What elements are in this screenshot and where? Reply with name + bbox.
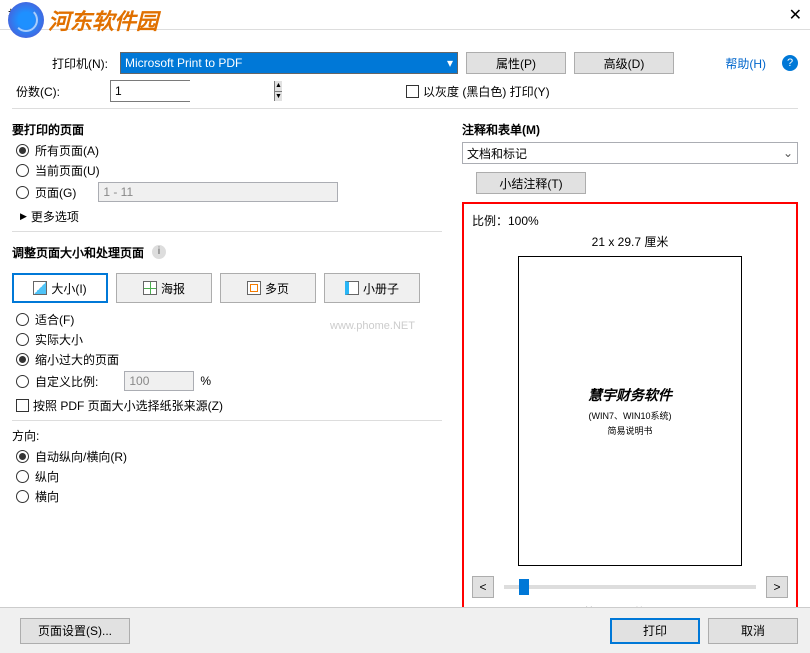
radio-icon	[16, 490, 29, 503]
radio-custom-scale[interactable]: 自定义比例: %	[16, 371, 442, 391]
comments-value: 文档和标记	[467, 145, 527, 162]
poster-icon	[143, 281, 157, 295]
preview-panel: 比例：100% 21 x 29.7 厘米 慧宇财务软件 (WIN7、WIN10系…	[462, 202, 798, 620]
radio-icon	[16, 313, 29, 326]
printer-value: Microsoft Print to PDF	[125, 56, 242, 70]
tab-multi[interactable]: 多页	[220, 273, 316, 303]
choose-paper-label: 按照 PDF 页面大小选择纸张来源(Z)	[33, 397, 223, 414]
radio-page-range[interactable]: 页面(G)	[16, 182, 442, 202]
auto-orient-label: 自动纵向/横向(R)	[35, 448, 127, 465]
custom-scale-input[interactable]	[124, 371, 194, 391]
logo-overlay: 河东软件园	[8, 2, 158, 38]
radio-actual[interactable]: 实际大小	[16, 331, 442, 348]
page-range-label: 页面(G)	[35, 184, 76, 201]
choose-paper-checkbox[interactable]: 按照 PDF 页面大小选择纸张来源(Z)	[16, 397, 442, 414]
next-page-button[interactable]: >	[766, 576, 788, 598]
radio-icon	[16, 375, 29, 388]
scale-label: 比例：100%	[472, 212, 788, 229]
page-slider[interactable]	[504, 585, 756, 589]
radio-portrait[interactable]: 纵向	[16, 468, 442, 485]
advanced-button[interactable]: 高级(D)	[574, 52, 674, 74]
page-preview: 慧宇财务软件 (WIN7、WIN10系统) 简易说明书	[518, 256, 742, 566]
radio-icon	[16, 470, 29, 483]
help-icon[interactable]: ?	[782, 55, 798, 71]
radio-auto-orient[interactable]: 自动纵向/横向(R)	[16, 448, 442, 465]
shrink-label: 缩小过大的页面	[35, 351, 119, 368]
prev-page-button[interactable]: <	[472, 576, 494, 598]
logo-text: 河东软件园	[48, 4, 158, 36]
multi-icon	[247, 281, 261, 295]
slider-thumb[interactable]	[519, 579, 529, 595]
logo-icon	[8, 2, 44, 38]
tab-multi-label: 多页	[265, 280, 289, 297]
print-button[interactable]: 打印	[610, 618, 700, 644]
resize-section-title: 调整页面大小和处理页面	[12, 244, 144, 261]
preview-doc-sub1: (WIN7、WIN10系统)	[589, 409, 672, 422]
portrait-label: 纵向	[35, 468, 59, 485]
pages-section-title: 要打印的页面	[12, 121, 442, 138]
radio-shrink[interactable]: 缩小过大的页面	[16, 351, 442, 368]
fit-label: 适合(F)	[35, 311, 74, 328]
help-link[interactable]: 帮助(H)	[725, 55, 766, 72]
preview-doc-title: 慧宇财务软件	[588, 385, 672, 405]
summarize-button[interactable]: 小结注释(T)	[476, 172, 586, 194]
radio-icon	[16, 333, 29, 346]
all-pages-label: 所有页面(A)	[35, 142, 99, 159]
custom-scale-label: 自定义比例:	[35, 373, 98, 390]
orientation-title: 方向:	[12, 427, 442, 444]
checkbox-icon	[16, 399, 29, 412]
tab-booklet[interactable]: 小册子	[324, 273, 420, 303]
tab-poster-label: 海报	[161, 280, 185, 297]
watermark: www.phome.NET	[330, 320, 415, 332]
more-options-toggle[interactable]: ▶ 更多选项	[20, 208, 442, 225]
tab-size-label: 大小(I)	[51, 280, 86, 297]
percent-label: %	[200, 374, 211, 388]
size-icon	[33, 281, 47, 295]
radio-icon	[16, 186, 29, 199]
tab-size[interactable]: 大小(I)	[12, 273, 108, 303]
radio-icon	[16, 353, 29, 366]
radio-current-page[interactable]: 当前页面(U)	[16, 162, 442, 179]
radio-icon	[16, 450, 29, 463]
comments-select[interactable]: 文档和标记 ⌄	[462, 142, 798, 164]
checkbox-icon	[406, 85, 419, 98]
grayscale-label: 以灰度 (黑白色) 打印(Y)	[423, 83, 550, 100]
page-setup-button[interactable]: 页面设置(S)...	[20, 618, 130, 644]
actual-label: 实际大小	[35, 331, 83, 348]
printer-label: 打印机(N):	[52, 55, 108, 72]
radio-icon	[16, 144, 29, 157]
preview-doc-sub2: 简易说明书	[607, 424, 652, 437]
triangle-right-icon: ▶	[20, 211, 27, 222]
grayscale-checkbox[interactable]: 以灰度 (黑白色) 打印(Y)	[406, 83, 550, 100]
copies-input[interactable]	[111, 81, 274, 101]
booklet-icon	[345, 281, 359, 295]
chevron-down-icon: ▾	[447, 56, 453, 70]
info-icon[interactable]: i	[152, 245, 166, 259]
close-icon[interactable]: ✕	[772, 5, 802, 25]
radio-icon	[16, 164, 29, 177]
radio-landscape[interactable]: 横向	[16, 488, 442, 505]
copies-label: 份数(C):	[16, 83, 60, 100]
current-page-label: 当前页面(U)	[35, 162, 100, 179]
chevron-down-icon: ⌄	[783, 146, 793, 160]
tab-poster[interactable]: 海报	[116, 273, 212, 303]
landscape-label: 横向	[35, 488, 59, 505]
spinner-up-icon[interactable]: ▲	[275, 81, 282, 92]
copies-spinner[interactable]: ▲ ▼	[110, 80, 190, 102]
properties-button[interactable]: 属性(P)	[466, 52, 566, 74]
more-options-label: 更多选项	[31, 208, 79, 225]
radio-all-pages[interactable]: 所有页面(A)	[16, 142, 442, 159]
comments-section-title: 注释和表单(M)	[462, 121, 798, 138]
page-range-input[interactable]	[98, 182, 338, 202]
spinner-down-icon[interactable]: ▼	[275, 92, 282, 102]
tab-booklet-label: 小册子	[363, 280, 399, 297]
dimensions-label: 21 x 29.7 厘米	[472, 233, 788, 250]
printer-select[interactable]: Microsoft Print to PDF ▾	[120, 52, 458, 74]
cancel-button[interactable]: 取消	[708, 618, 798, 644]
